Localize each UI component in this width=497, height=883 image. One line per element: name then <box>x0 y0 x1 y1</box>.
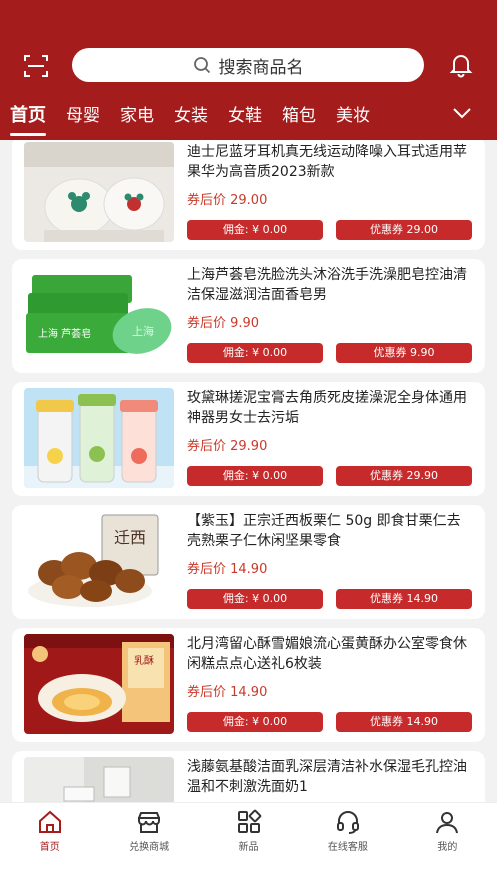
home-icon <box>38 810 61 833</box>
svg-text:迁西: 迁西 <box>114 528 146 547</box>
product-title[interactable]: 北月湾留心酥雪媚娘流心蛋黄酥办公室零食休闲糕点点心送礼6枚装 <box>187 634 472 674</box>
product-title[interactable]: 迪士尼蓝牙耳机真无线运动降噪入耳式适用苹果华为高音质2023新款 <box>187 142 472 182</box>
svg-text:上海 芦荟皂: 上海 芦荟皂 <box>38 327 91 340</box>
search-icon <box>193 57 210 74</box>
tab-baby[interactable]: 母婴 <box>66 101 100 131</box>
headset-icon <box>336 811 359 834</box>
product-image-scrub <box>24 388 174 488</box>
svg-text:上海: 上海 <box>132 324 154 338</box>
product-title[interactable]: 浅藤氨基酸洁面乳深层清洁补水保湿毛孔控油温和不刺激洗面奶1 <box>187 757 472 797</box>
tab-appliances[interactable]: 家电 <box>120 101 154 131</box>
nav-store-label: 兑换商城 <box>129 842 170 853</box>
grid-icon <box>237 809 261 833</box>
nav-new-label: 新品 <box>238 842 259 853</box>
product-card[interactable]: 乳酥 北月湾留心酥雪媚娘流心蛋黄酥办公室零食休闲糕点点心送礼6枚装 券后价 14… <box>12 628 485 742</box>
svg-text:乳酥: 乳酥 <box>134 654 154 667</box>
scan-icon[interactable] <box>22 52 50 80</box>
coupon-button[interactable]: 优惠券 29.00 <box>336 220 472 240</box>
nav-home[interactable]: 首页 <box>0 803 99 883</box>
nav-profile[interactable]: 我的 <box>398 803 497 883</box>
tab-womens-shoes[interactable]: 女鞋 <box>228 101 262 131</box>
commission-button[interactable]: 佣金: ¥ 0.00 <box>187 712 323 732</box>
tab-beauty[interactable]: 美妆 <box>336 101 370 131</box>
product-card[interactable]: 迪士尼蓝牙耳机真无线运动降噪入耳式适用苹果华为高音质2023新款 券后价 29.… <box>12 140 485 250</box>
product-card[interactable]: 上海 芦荟皂 上海 上海芦荟皂洗脸洗头沐浴洗手洗澡肥皂控油清洁保湿滋润洁面香皂男… <box>12 259 485 373</box>
product-title[interactable]: 玫黛琳搓泥宝膏去角质死皮搓澡泥全身体通用神器男女士去污垢 <box>187 388 472 428</box>
commission-button[interactable]: 佣金: ¥ 0.00 <box>187 589 323 609</box>
product-card[interactable]: 玫黛琳搓泥宝膏去角质死皮搓澡泥全身体通用神器男女士去污垢 券后价 29.90 佣… <box>12 382 485 496</box>
bottom-nav: 首页 兑换商城 新品 在线客服 我的 <box>0 802 497 883</box>
chevron-down-icon[interactable] <box>450 101 474 125</box>
product-price: 券后价 14.90 <box>187 685 268 700</box>
product-image-headphones <box>24 142 174 242</box>
nav-home-label: 首页 <box>39 842 60 853</box>
commission-button[interactable]: 佣金: ¥ 0.00 <box>187 220 323 240</box>
product-image-pastry: 乳酥 <box>24 634 174 734</box>
bell-icon[interactable] <box>448 52 474 78</box>
product-price: 券后价 9.90 <box>187 316 260 331</box>
app-header: 搜索商品名 首页 母婴 家电 女装 女鞋 箱包 美妆 <box>0 0 497 140</box>
coupon-button[interactable]: 优惠券 14.90 <box>336 712 472 732</box>
product-title[interactable]: 【紫玉】正宗迁西板栗仁 50g 即食甘栗仁去壳熟栗子仁休闲坚果零食 <box>187 511 472 551</box>
tab-bags[interactable]: 箱包 <box>282 101 316 131</box>
product-card[interactable]: 浅藤氨基酸洁面乳深层清洁补水保湿毛孔控油温和不刺激洗面奶1 <box>12 751 485 802</box>
product-price: 券后价 29.00 <box>187 193 268 208</box>
nav-support[interactable]: 在线客服 <box>298 803 397 883</box>
nav-store[interactable]: 兑换商城 <box>99 803 198 883</box>
tab-womens-wear[interactable]: 女装 <box>174 101 208 131</box>
search-bar[interactable]: 搜索商品名 <box>72 48 424 82</box>
nav-new[interactable]: 新品 <box>199 803 298 883</box>
product-price: 券后价 14.90 <box>187 562 268 577</box>
product-image-soap: 上海 芦荟皂 上海 <box>24 265 174 365</box>
product-list[interactable]: 迪士尼蓝牙耳机真无线运动降噪入耳式适用苹果华为高音质2023新款 券后价 29.… <box>0 140 497 802</box>
coupon-button[interactable]: 优惠券 29.90 <box>336 466 472 486</box>
product-card[interactable]: 迁西 【紫玉】正宗迁西板栗仁 50g 即食甘栗仁去壳熟栗子仁休闲坚果零食 券后价… <box>12 505 485 619</box>
coupon-button[interactable]: 优惠券 14.90 <box>336 589 472 609</box>
search-placeholder: 搜索商品名 <box>218 57 304 78</box>
user-icon <box>436 812 459 834</box>
product-title[interactable]: 上海芦荟皂洗脸洗头沐浴洗手洗澡肥皂控油清洁保湿滋润洁面香皂男 <box>187 265 472 305</box>
coupon-button[interactable]: 优惠券 9.90 <box>336 343 472 363</box>
store-icon <box>138 812 161 833</box>
product-image-cleanser <box>24 757 174 802</box>
product-image-chestnuts: 迁西 <box>24 511 174 611</box>
commission-button[interactable]: 佣金: ¥ 0.00 <box>187 343 323 363</box>
tab-home[interactable]: 首页 <box>10 101 46 136</box>
nav-support-label: 在线客服 <box>327 842 368 853</box>
nav-profile-label: 我的 <box>437 842 458 853</box>
product-price: 券后价 29.90 <box>187 439 268 454</box>
category-tabs: 首页 母婴 家电 女装 女鞋 箱包 美妆 <box>0 98 497 136</box>
commission-button[interactable]: 佣金: ¥ 0.00 <box>187 466 323 486</box>
